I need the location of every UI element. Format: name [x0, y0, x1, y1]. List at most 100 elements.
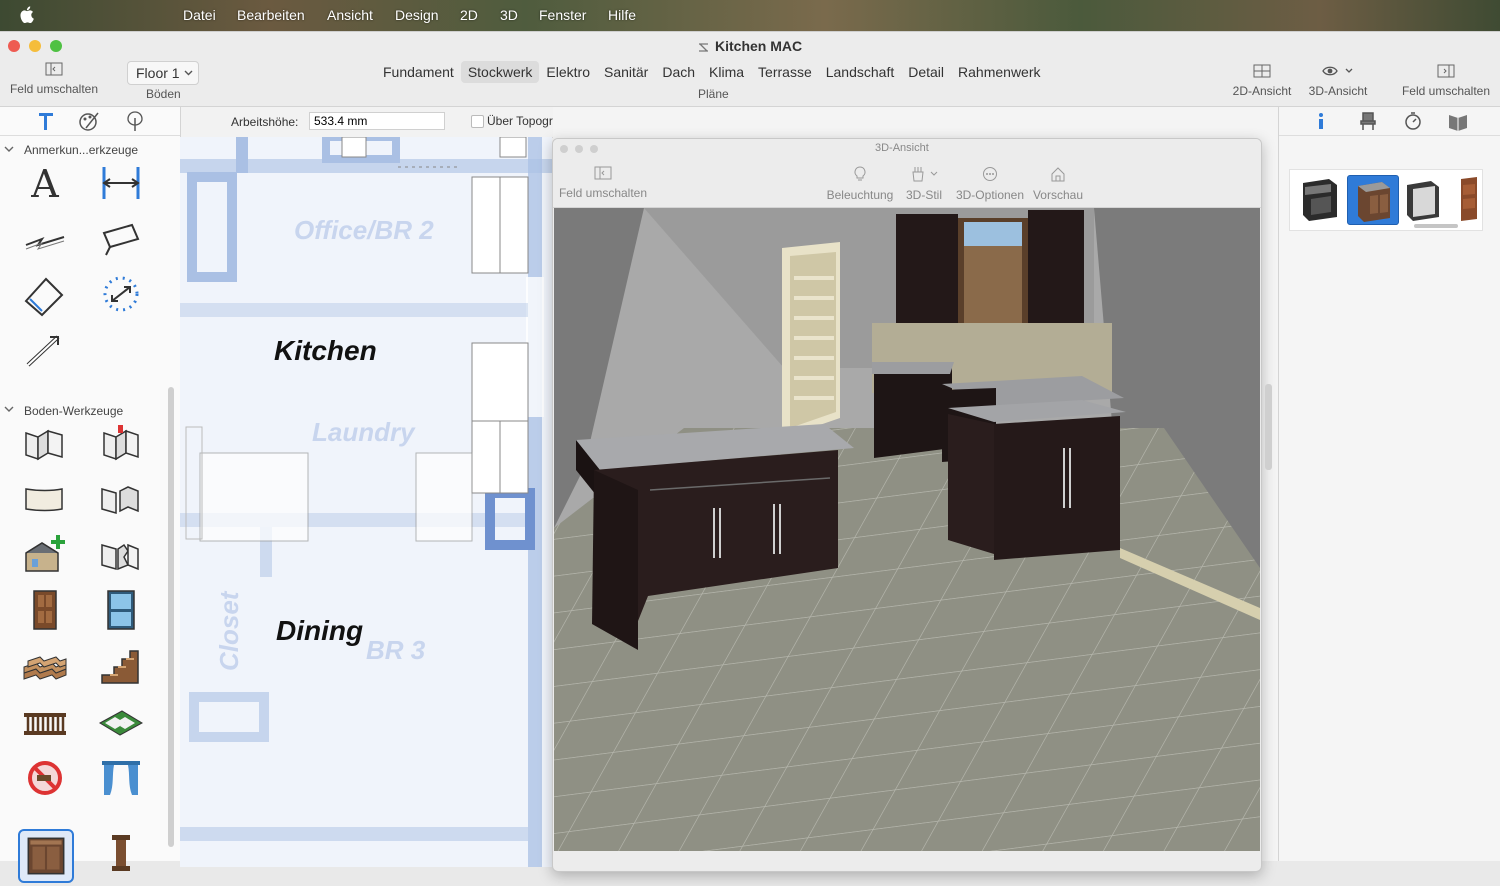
zoom-window-button[interactable]: [50, 40, 62, 52]
add-room-tool[interactable]: [20, 531, 70, 577]
sidebar-tabs: [0, 107, 180, 136]
toggle-left-panel-button[interactable]: Feld umschalten: [4, 62, 104, 96]
view-3d-toggle-panel-button[interactable]: Feld umschalten: [555, 166, 651, 200]
chair-icon[interactable]: [1359, 111, 1377, 131]
checkered-floor-icon: [98, 710, 144, 736]
view-3d-button[interactable]: 3D-Ansicht: [1302, 64, 1374, 98]
callout-tool[interactable]: [96, 215, 146, 261]
vertical-scrollbar[interactable]: [1265, 384, 1272, 470]
3d-style-button[interactable]: 3D-Stil: [901, 166, 947, 202]
wall-tool[interactable]: [20, 419, 70, 465]
tab-landschaft[interactable]: Landschaft: [819, 61, 902, 83]
view-3d-toolbar: 3D-Ansicht Feld umschalten Beleuchtung 3…: [553, 139, 1261, 208]
info-icon[interactable]: [1315, 112, 1327, 130]
close-3d-window-button[interactable]: [560, 145, 568, 153]
tab-sanitaer[interactable]: Sanitär: [597, 61, 655, 83]
menu-datei[interactable]: Datei: [183, 7, 216, 23]
curved-wall-tool[interactable]: [20, 475, 70, 521]
stopwatch-icon[interactable]: [1403, 111, 1423, 131]
view-2d-label: 2D-Ansicht: [1232, 84, 1292, 98]
3d-scene-canvas[interactable]: [554, 208, 1260, 851]
library-item-tall-cabinet[interactable]: [1451, 175, 1485, 223]
window-tool[interactable]: [96, 587, 146, 633]
library-scrollbar[interactable]: [1414, 224, 1458, 228]
library-item-range[interactable]: [1295, 175, 1345, 223]
lighting-button[interactable]: Beleuchtung: [823, 166, 897, 202]
options-ellipsis-icon: [983, 167, 997, 181]
tab-stockwerk[interactable]: Stockwerk: [460, 61, 540, 83]
sidebar-right-icon: [1437, 64, 1455, 78]
floor-tile-tool[interactable]: [96, 699, 146, 745]
railing-tool[interactable]: [20, 699, 70, 745]
chevron-down-icon[interactable]: [4, 146, 14, 153]
sidebar-left-icon: [45, 62, 63, 76]
minimize-3d-window-button[interactable]: [575, 145, 583, 153]
room-label-br3: BR 3: [366, 635, 426, 665]
tab-terrasse[interactable]: Terrasse: [751, 61, 819, 83]
floor-select[interactable]: Floor 1: [127, 61, 199, 85]
build-tools-tab-icon[interactable]: [36, 110, 56, 132]
curtain-icon: [102, 761, 140, 795]
library-item-dishwasher[interactable]: [1399, 175, 1449, 223]
sidebar-scrollbar[interactable]: [168, 387, 174, 847]
room-wall-tool[interactable]: [96, 419, 146, 465]
minimize-window-button[interactable]: [29, 40, 41, 52]
work-height-input[interactable]: [309, 112, 445, 130]
dimension-icon: [102, 167, 140, 199]
library-book-icon[interactable]: [1447, 111, 1469, 131]
text-tool[interactable]: A: [20, 159, 70, 206]
cabinet-tool[interactable]: [18, 829, 74, 883]
eye-icon: [1322, 66, 1353, 76]
no-symbol-tool[interactable]: [20, 755, 70, 801]
break-line-tool[interactable]: [20, 215, 70, 261]
tab-rahmenwerk[interactable]: Rahmenwerk: [951, 61, 1047, 83]
window-icon: [107, 590, 135, 630]
menu-3d[interactable]: 3D: [500, 7, 518, 23]
tab-elektro[interactable]: Elektro: [539, 61, 597, 83]
curtain-tool[interactable]: [96, 755, 146, 801]
break-wall-tool[interactable]: [96, 531, 146, 577]
tab-detail[interactable]: Detail: [901, 61, 951, 83]
chevron-down-icon[interactable]: [4, 406, 14, 413]
paint-tools-tab-icon[interactable]: [78, 110, 100, 132]
menu-design[interactable]: Design: [395, 7, 439, 23]
column-tool[interactable]: [96, 829, 146, 875]
window-title: Kitchen MAC: [715, 38, 803, 54]
menu-hilfe[interactable]: Hilfe: [608, 7, 636, 23]
split-wall-tool[interactable]: [96, 475, 146, 521]
tab-fundament[interactable]: Fundament: [376, 61, 461, 83]
3d-options-button[interactable]: 3D-Optionen: [953, 166, 1027, 202]
topography-checkbox[interactable]: [471, 115, 484, 128]
options-bar: Arbeitshöhe: Über Topogr: [181, 107, 553, 138]
stairs-tool[interactable]: [20, 643, 70, 689]
apple-icon[interactable]: [20, 6, 34, 23]
door-tool[interactable]: [20, 587, 70, 633]
tab-klima[interactable]: Klima: [702, 61, 751, 83]
menu-bearbeiten[interactable]: Bearbeiten: [237, 7, 305, 23]
menu-ansicht[interactable]: Ansicht: [327, 7, 373, 23]
toggle-right-panel-button[interactable]: Feld umschalten: [1396, 64, 1496, 98]
close-window-button[interactable]: [8, 40, 20, 52]
preview-button[interactable]: Vorschau: [1029, 166, 1087, 202]
room-label-office: Office/BR 2: [294, 215, 434, 245]
plan-view-canvas[interactable]: Office/BR 2 Kitchen Laundry Dining BR 3 …: [180, 137, 552, 867]
dimension-tool[interactable]: [96, 159, 146, 205]
dotted-circle-icon: [103, 276, 139, 312]
floor-plan-drawing: [180, 137, 552, 867]
view-3d-horizontal-scrollbar[interactable]: [793, 871, 1001, 872]
break-line-icon: [25, 236, 65, 250]
landscape-tools-tab-icon[interactable]: [124, 110, 146, 132]
zoom-3d-window-button[interactable]: [590, 145, 598, 153]
angle-dimension-tool[interactable]: [20, 271, 70, 317]
marquee-tool[interactable]: [96, 271, 146, 317]
tab-dach[interactable]: Dach: [655, 61, 702, 83]
menu-fenster[interactable]: Fenster: [539, 7, 586, 23]
staircase-tool[interactable]: [96, 643, 146, 689]
arrow-tool[interactable]: [20, 327, 70, 373]
view-2d-button[interactable]: 2D-Ansicht: [1226, 64, 1298, 98]
library-panel: [1278, 107, 1500, 861]
room-label-kitchen: Kitchen: [274, 335, 377, 366]
library-item-cabinet-selected[interactable]: [1347, 175, 1399, 225]
staircase-icon: [101, 650, 139, 684]
menu-2d[interactable]: 2D: [460, 7, 478, 23]
